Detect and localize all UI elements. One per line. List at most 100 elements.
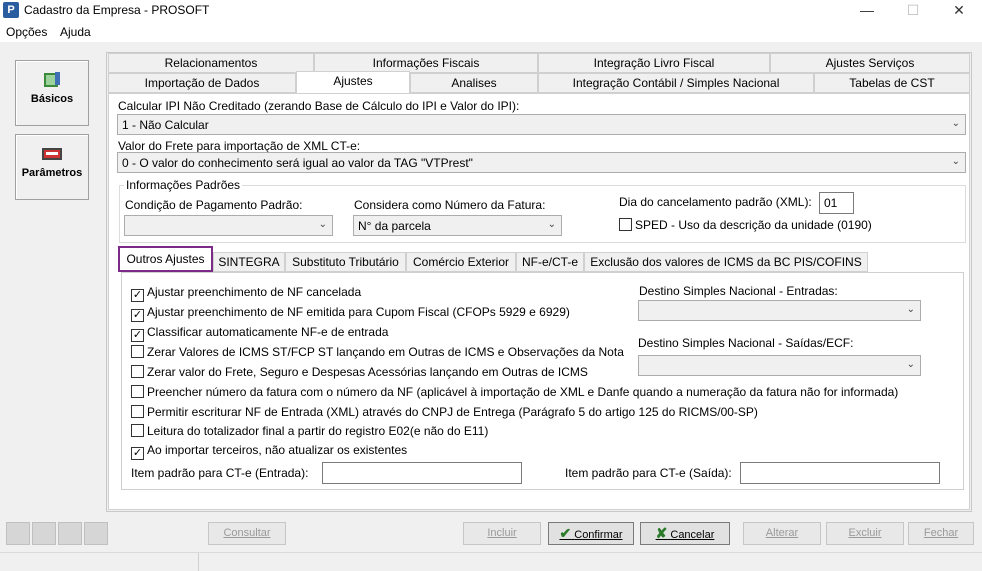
tab-integracao-contabil[interactable]: Integração Contábil / Simples Nacional <box>538 73 814 93</box>
checked-checkbox[interactable]: ✓ <box>131 309 144 322</box>
menu-bar: Opções Ajuda <box>0 22 982 42</box>
checked-checkbox[interactable]: ✓ <box>131 447 144 460</box>
unchecked-checkbox[interactable] <box>131 424 144 437</box>
subtab-comercio-exterior[interactable]: Comércio Exterior <box>406 252 516 272</box>
unchecked-checkbox[interactable] <box>131 385 144 398</box>
check-row[interactable]: Zerar Valores de ICMS ST/FCP ST lançando… <box>131 345 624 359</box>
consultar-button[interactable]: Consultar <box>208 522 286 545</box>
app-icon: P <box>3 2 19 18</box>
check-row[interactable]: Zerar valor do Frete, Seguro e Despesas … <box>131 365 588 379</box>
check-label: Preencher número da fatura com o número … <box>147 385 899 399</box>
num-fatura-value: N° da parcela <box>358 219 431 233</box>
subtab-sintegra[interactable]: SINTEGRA <box>213 252 285 272</box>
subtab-outros-ajustes[interactable]: Outros Ajustes <box>118 246 213 272</box>
check-row[interactable]: ✓ Classificar automaticamente NF-e de ent… <box>131 325 388 342</box>
subtab-substituto-tributario[interactable]: Substituto Tributário <box>285 252 406 272</box>
tab-integracao-livro-fiscal[interactable]: Integração Livro Fiscal <box>538 53 770 73</box>
dia-cancel-label: Dia do cancelamento padrão (XML): <box>619 195 812 209</box>
informacoes-padroes-title: Informações Padrões <box>124 178 243 192</box>
check-row[interactable]: Permitir escriturar NF de Entrada (XML) … <box>131 405 758 419</box>
destino-entradas-label: Destino Simples Nacional - Entradas: <box>639 284 838 298</box>
subtab-nfe-cte[interactable]: NF-e/CT-e <box>516 252 584 272</box>
ipi-select[interactable]: 1 - Não Calcular ⌄ <box>117 114 966 135</box>
status-bar <box>0 552 982 571</box>
cond-pag-label: Condição de Pagamento Padrão: <box>125 198 303 212</box>
incluir-button[interactable]: Incluir <box>463 522 541 545</box>
check-label: Classificar automaticamente NF-e de entr… <box>147 325 389 339</box>
unchecked-checkbox[interactable] <box>131 345 144 358</box>
num-fatura-select[interactable]: N° da parcela ⌄ <box>353 215 562 236</box>
sidebar-item-label: Parâmetros <box>21 167 83 179</box>
destino-entradas-select[interactable]: ⌄ <box>638 300 921 321</box>
checked-checkbox[interactable]: ✓ <box>131 329 144 342</box>
chevron-down-icon: ⌄ <box>951 156 960 167</box>
check-label: Ajustar preenchimento de NF cancelada <box>147 285 362 299</box>
confirmar-label: Confirmar <box>574 529 623 541</box>
check-label: Ao importar terceiros, não atualizar os … <box>147 443 408 457</box>
dia-cancel-input[interactable]: 01 <box>819 192 854 214</box>
excluir-button[interactable]: Excluir <box>826 522 904 545</box>
keyboard-icon <box>42 148 62 160</box>
window-title: Cadastro da Empresa - PROSOFT <box>24 3 210 17</box>
tab-importacao-de-dados[interactable]: Importação de Dados <box>108 73 296 93</box>
destino-saidas-label: Destino Simples Nacional - Saídas/ECF: <box>638 336 854 350</box>
tab-analises[interactable]: Analises <box>410 73 538 93</box>
check-label: Ajustar preenchimento de NF emitida para… <box>147 305 570 319</box>
unchecked-checkbox[interactable] <box>131 365 144 378</box>
nav-next-button[interactable] <box>58 522 82 545</box>
title-bar: P Cadastro da Empresa - PROSOFT — ☐ ✕ <box>0 0 982 22</box>
ipi-label: Calcular IPI Não Creditado (zerando Base… <box>118 99 520 113</box>
nav-first-button[interactable] <box>6 522 30 545</box>
frete-label: Valor do Frete para importação de XML CT… <box>118 139 361 153</box>
sidebar-item-parametros[interactable]: Parâmetros <box>15 134 89 200</box>
chevron-down-icon: ⌄ <box>906 304 915 315</box>
destino-saidas-select[interactable]: ⌄ <box>638 355 921 376</box>
ipi-select-value: 1 - Não Calcular <box>122 118 209 132</box>
alterar-button[interactable]: Alterar <box>743 522 821 545</box>
tab-tabelas-de-cst[interactable]: Tabelas de CST <box>814 73 970 93</box>
x-icon: ✘ <box>655 525 668 541</box>
chevron-down-icon: ⌄ <box>547 219 556 230</box>
item-cte-entrada-input[interactable] <box>322 462 522 484</box>
tab-ajustes-servicos[interactable]: Ajustes Serviços <box>770 53 970 73</box>
confirmar-button[interactable]: ✔ Confirmar <box>548 522 634 545</box>
status-divider <box>198 553 199 571</box>
unchecked-checkbox[interactable] <box>131 405 144 418</box>
num-fatura-label: Considera como Número da Fatura: <box>354 198 546 212</box>
item-cte-saida-label: Item padrão para CT-e (Saída): <box>565 466 732 480</box>
sped-checkbox[interactable] <box>619 218 632 231</box>
item-cte-saida-input[interactable] <box>740 462 940 484</box>
sped-checkbox-row[interactable]: SPED - Uso da descrição da unidade (0190… <box>619 218 872 232</box>
check-label: Leitura do totalizador final a partir do… <box>147 424 489 438</box>
cancelar-label: Cancelar <box>670 529 715 541</box>
cond-pag-select[interactable]: ⌄ <box>124 215 333 236</box>
menu-ajuda[interactable]: Ajuda <box>60 25 91 39</box>
frete-select-value: 0 - O valor do conhecimento será igual a… <box>122 156 473 170</box>
nav-last-button[interactable] <box>84 522 108 545</box>
check-row[interactable]: ✓ Ajustar preenchimento de NF cancelada <box>131 285 361 302</box>
check-label: Zerar valor do Frete, Seguro e Despesas … <box>147 365 588 379</box>
check-icon: ✔ <box>559 525 572 541</box>
check-row[interactable]: Preencher número da fatura com o número … <box>131 385 898 399</box>
tab-ajustes[interactable]: Ajustes <box>296 71 410 94</box>
close-button[interactable]: ✕ <box>936 0 982 22</box>
subtab-exclusao-icms[interactable]: Exclusão dos valores de ICMS da BC PIS/C… <box>584 252 868 272</box>
sped-label: SPED - Uso da descrição da unidade (0190… <box>635 218 872 232</box>
check-row[interactable]: ✓ Ajustar preenchimento de NF emitida par… <box>131 305 570 322</box>
check-row[interactable]: Leitura do totalizador final a partir do… <box>131 424 488 438</box>
fechar-button[interactable]: Fechar <box>908 522 974 545</box>
tab-relacionamentos[interactable]: Relacionamentos <box>108 53 314 73</box>
sidebar-item-basicos[interactable]: Básicos <box>15 60 89 126</box>
checked-checkbox[interactable]: ✓ <box>131 289 144 302</box>
maximize-button[interactable]: ☐ <box>890 0 936 22</box>
nav-prev-button[interactable] <box>32 522 56 545</box>
tab-informacoes-fiscais[interactable]: Informações Fiscais <box>314 53 538 73</box>
cancelar-button[interactable]: ✘ Cancelar <box>640 522 730 545</box>
frete-select[interactable]: 0 - O valor do conhecimento será igual a… <box>117 152 966 173</box>
menu-opcoes[interactable]: Opções <box>6 25 47 39</box>
minimize-button[interactable]: — <box>844 0 890 22</box>
check-label: Zerar Valores de ICMS ST/FCP ST lançando… <box>147 345 624 359</box>
check-row[interactable]: ✓ Ao importar terceiros, não atualizar os… <box>131 443 407 460</box>
check-label: Permitir escriturar NF de Entrada (XML) … <box>147 405 758 419</box>
item-cte-entrada-label: Item padrão para CT-e (Entrada): <box>131 466 309 480</box>
